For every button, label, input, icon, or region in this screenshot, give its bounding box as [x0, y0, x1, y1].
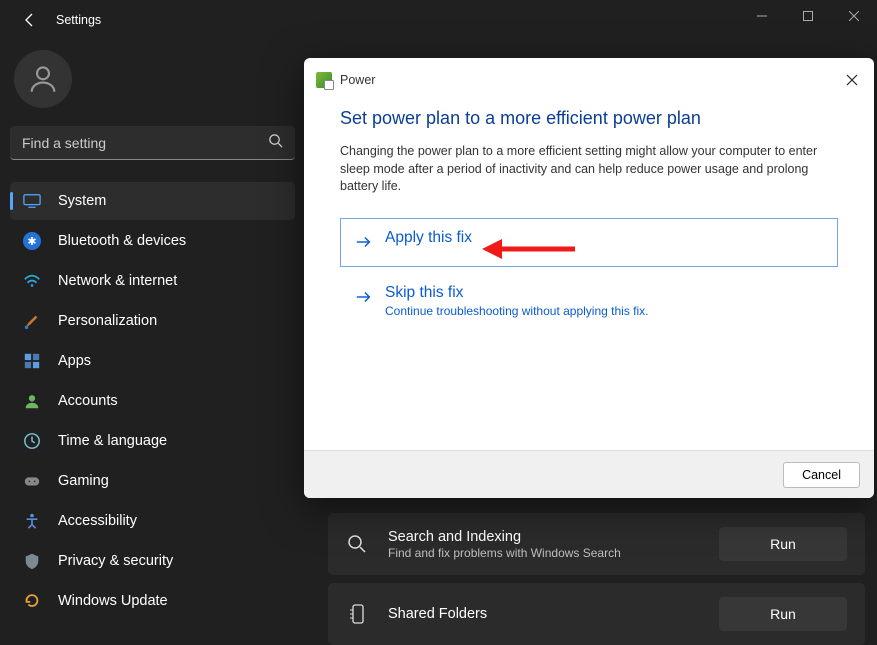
- apply-fix-option[interactable]: Apply this fix: [340, 218, 838, 267]
- shield-icon: [22, 551, 42, 571]
- user-avatar[interactable]: [14, 50, 72, 108]
- sidebar-item-personalization[interactable]: Personalization: [10, 302, 295, 340]
- skip-fix-option[interactable]: Skip this fix Continue troubleshooting w…: [340, 273, 838, 329]
- arrow-right-icon: [355, 233, 373, 256]
- sidebar-item-time[interactable]: Time & language: [10, 422, 295, 460]
- troubleshoot-title: Search and Indexing: [388, 529, 699, 545]
- run-button[interactable]: Run: [719, 527, 847, 561]
- sidebar-item-network[interactable]: Network & internet: [10, 262, 295, 300]
- dialog-heading: Set power plan to a more efficient power…: [340, 108, 838, 129]
- sidebar-item-gaming[interactable]: Gaming: [10, 462, 295, 500]
- sidebar-item-label: Apps: [58, 353, 91, 369]
- system-icon: [22, 191, 42, 211]
- sidebar-item-bluetooth[interactable]: ✱ Bluetooth & devices: [10, 222, 295, 260]
- troubleshoot-list: Search and Indexing Find and fix problem…: [328, 513, 865, 645]
- sidebar-nav: System ✱ Bluetooth & devices Network & i…: [10, 182, 295, 620]
- sidebar-item-accounts[interactable]: Accounts: [10, 382, 295, 420]
- sidebar-item-label: Personalization: [58, 313, 157, 329]
- run-button[interactable]: Run: [719, 597, 847, 631]
- troubleshoot-subtitle: Find and fix problems with Windows Searc…: [388, 546, 699, 560]
- sidebar-item-label: Privacy & security: [58, 553, 173, 569]
- sidebar-item-label: Windows Update: [58, 593, 168, 609]
- accounts-icon: [22, 391, 42, 411]
- update-icon: [22, 591, 42, 611]
- close-button[interactable]: [831, 0, 877, 32]
- minimize-button[interactable]: [739, 0, 785, 32]
- sidebar-item-label: Accounts: [58, 393, 118, 409]
- dialog-category: Power: [340, 73, 375, 87]
- wifi-icon: [22, 271, 42, 291]
- left-panel: System ✱ Bluetooth & devices Network & i…: [10, 50, 295, 620]
- sidebar-item-update[interactable]: Windows Update: [10, 582, 295, 620]
- sidebar-item-label: Accessibility: [58, 513, 137, 529]
- cancel-button[interactable]: Cancel: [783, 462, 860, 488]
- sidebar-item-apps[interactable]: Apps: [10, 342, 295, 380]
- sidebar-item-label: System: [58, 193, 106, 209]
- search-indexing-icon: [346, 534, 368, 554]
- gaming-icon: [22, 471, 42, 491]
- maximize-button[interactable]: [785, 0, 831, 32]
- clock-icon: [22, 431, 42, 451]
- sidebar-item-accessibility[interactable]: Accessibility: [10, 502, 295, 540]
- title-bar: Settings: [0, 0, 877, 40]
- troubleshooter-dialog: Power Set power plan to a more efficient…: [304, 58, 874, 498]
- dialog-footer: Cancel: [304, 450, 874, 498]
- sidebar-item-privacy[interactable]: Privacy & security: [10, 542, 295, 580]
- app-title: Settings: [56, 13, 101, 27]
- search-input[interactable]: [22, 135, 268, 151]
- troubleshoot-title: Shared Folders: [388, 606, 699, 622]
- skip-fix-label: Skip this fix: [385, 284, 649, 302]
- brush-icon: [22, 311, 42, 331]
- back-button[interactable]: [14, 4, 46, 36]
- sidebar-item-label: Bluetooth & devices: [58, 233, 186, 249]
- arrow-right-icon: [355, 288, 373, 311]
- apps-icon: [22, 351, 42, 371]
- troubleshoot-row: Search and Indexing Find and fix problem…: [328, 513, 865, 575]
- search-box[interactable]: [10, 126, 295, 160]
- sidebar-item-label: Network & internet: [58, 273, 177, 289]
- window-controls: [739, 0, 877, 32]
- power-icon: [316, 72, 332, 88]
- dialog-close-button[interactable]: [840, 68, 864, 92]
- apply-fix-label: Apply this fix: [385, 229, 472, 247]
- accessibility-icon: [22, 511, 42, 531]
- dialog-header: Power: [304, 58, 874, 102]
- bluetooth-icon: ✱: [22, 231, 42, 251]
- sidebar-item-system[interactable]: System: [10, 182, 295, 220]
- shared-folders-icon: [346, 604, 368, 624]
- sidebar-item-label: Gaming: [58, 473, 109, 489]
- sidebar-item-label: Time & language: [58, 433, 167, 449]
- search-icon: [268, 133, 283, 153]
- dialog-description: Changing the power plan to a more effici…: [340, 143, 838, 196]
- skip-fix-sublabel: Continue troubleshooting without applyin…: [385, 304, 649, 318]
- dialog-body: Set power plan to a more efficient power…: [304, 102, 874, 450]
- troubleshoot-row: Shared Folders Run: [328, 583, 865, 645]
